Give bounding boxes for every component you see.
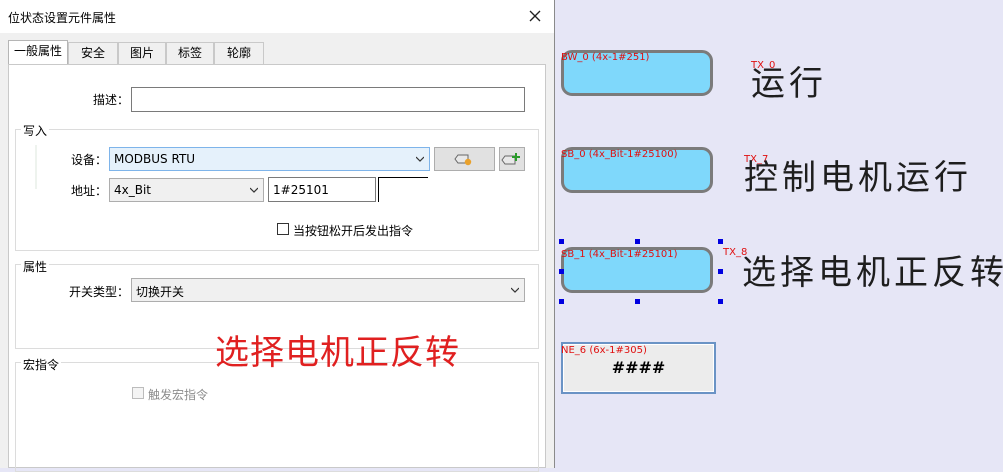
tab-general[interactable]: 一般属性 bbox=[8, 40, 68, 64]
selection-handle[interactable] bbox=[718, 299, 723, 304]
switch-type-select[interactable]: 切换开关 bbox=[131, 278, 525, 302]
macro-trigger-checkbox[interactable] bbox=[132, 387, 144, 399]
chevron-down-icon bbox=[511, 287, 519, 293]
address-extra-border-left bbox=[378, 177, 379, 202]
description-input[interactable] bbox=[131, 87, 525, 112]
macro-trigger-label: 触发宏指令 bbox=[148, 388, 209, 402]
description-label: 描述： bbox=[93, 93, 130, 107]
macro-group-title: 宏指令 bbox=[21, 356, 62, 373]
selection-handle[interactable] bbox=[559, 239, 564, 244]
overlay-annotation: 选择电机正反转 bbox=[215, 333, 460, 373]
tab-security[interactable]: 安全 bbox=[68, 42, 118, 64]
tab-picture[interactable]: 图片 bbox=[118, 42, 166, 64]
text-label-run[interactable]: 运行 bbox=[751, 56, 827, 105]
settings-tag-icon bbox=[454, 154, 472, 166]
selection-handle[interactable] bbox=[559, 269, 564, 274]
device-select[interactable]: MODBUS RTU bbox=[109, 147, 430, 171]
add-device-button[interactable] bbox=[499, 147, 525, 171]
properties-dialog: 位状态设置元件属性 一般属性 安全 图片 标签 轮廓 描述： 写入 设备： MO… bbox=[0, 0, 555, 472]
release-checkbox[interactable] bbox=[277, 223, 289, 235]
address-label: 地址： bbox=[71, 184, 108, 198]
close-icon bbox=[529, 10, 541, 22]
address-type-value: 4x_Bit bbox=[114, 183, 152, 197]
widget-id: SB_0 (4x_Bit-1#25100) bbox=[561, 149, 678, 160]
tab-outline[interactable]: 轮廓 bbox=[214, 42, 264, 64]
macro-group bbox=[15, 362, 539, 472]
device-value: MODBUS RTU bbox=[114, 152, 196, 166]
switch-type-value: 切换开关 bbox=[136, 285, 185, 299]
address-input-value: 1#25101 bbox=[273, 183, 329, 197]
selection-handle[interactable] bbox=[635, 299, 640, 304]
dialog-title: 位状态设置元件属性 bbox=[8, 11, 117, 25]
address-extra-border bbox=[378, 177, 428, 178]
selection-handle[interactable] bbox=[635, 239, 640, 244]
selection-handle[interactable] bbox=[718, 269, 723, 274]
general-panel: 描述： 写入 设备： MODBUS RTU 地址： 4x_Bit 1#25101… bbox=[8, 64, 546, 472]
text-label-direction[interactable]: 选择电机正反转 bbox=[742, 245, 1003, 294]
attribute-group-title: 属性 bbox=[21, 258, 50, 275]
write-group-title: 写入 bbox=[21, 122, 50, 139]
chevron-down-icon bbox=[250, 187, 258, 193]
address-input[interactable]: 1#25101 bbox=[268, 177, 376, 202]
dialog-titlebar[interactable]: 位状态设置元件属性 bbox=[0, 0, 554, 33]
close-button[interactable] bbox=[522, 4, 548, 28]
device-settings-button[interactable] bbox=[434, 147, 495, 171]
selection-handle[interactable] bbox=[718, 239, 723, 244]
numeric-value: #### bbox=[611, 358, 666, 377]
hmi-canvas: BW_0 (4x-1#251) TX_0 运行 SB_0 (4x_Bit-1#2… bbox=[555, 0, 1003, 468]
switch-type-label: 开关类型： bbox=[69, 285, 130, 299]
widget-id: SB_1 (4x_Bit-1#25101) bbox=[561, 249, 678, 260]
address-type-select[interactable]: 4x_Bit bbox=[109, 178, 264, 202]
selection-handle[interactable] bbox=[559, 299, 564, 304]
chevron-down-icon bbox=[416, 156, 424, 162]
release-option-label: 当按钮松开后发出指令 bbox=[293, 224, 414, 238]
widget-id: NE_6 (6x-1#305) bbox=[561, 345, 647, 356]
text-label-motor-run[interactable]: 控制电机运行 bbox=[744, 150, 972, 199]
device-label: 设备： bbox=[71, 153, 108, 167]
group-divider bbox=[35, 145, 37, 189]
tab-label[interactable]: 标签 bbox=[166, 42, 214, 64]
widget-id: BW_0 (4x-1#251) bbox=[561, 52, 650, 63]
add-icon bbox=[501, 153, 520, 165]
